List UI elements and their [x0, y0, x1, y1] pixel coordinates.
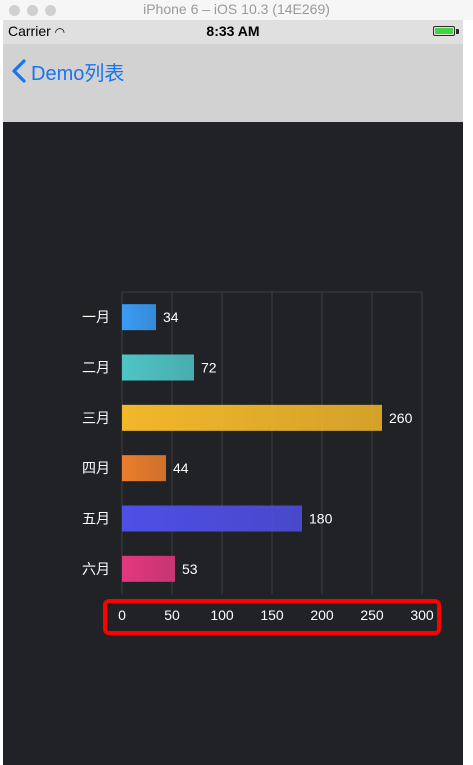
chart-canvas: 0 50 100 150 200 250 300一月 34二月 72三月 260四月 44五月 180… [82, 291, 434, 623]
data-label: 260 [389, 410, 413, 426]
data-label: 72 [201, 360, 217, 376]
bar [122, 455, 166, 482]
data-label: 44 [173, 460, 189, 476]
bar [122, 555, 175, 582]
status-bar: Carrier ◠ 8:33 AM [3, 20, 463, 44]
category-label: 六月 [82, 562, 110, 578]
phone-screen: Carrier ◠ 8:33 AM Demo列表 0 50 100 150 200 250… [3, 20, 463, 765]
simulator-title-bar: iPhone 6 – iOS 10.3 (14E269) [0, 0, 473, 20]
category-label: 三月 [82, 411, 110, 427]
battery-tip [456, 29, 459, 34]
data-label: 53 [182, 561, 198, 577]
category-label: 一月 [82, 310, 110, 326]
back-button[interactable]: Demo列表 [9, 56, 124, 86]
data-label: 180 [309, 511, 333, 527]
bar [122, 505, 302, 532]
x-axis-highlight-box [103, 599, 441, 635]
chevron-left-icon [12, 59, 26, 83]
navigation-bar: Demo列表 [3, 44, 463, 122]
bar [122, 354, 194, 381]
bar [122, 304, 156, 331]
category-label: 二月 [82, 361, 110, 377]
bar-chart: 0 50 100 150 200 250 300 一月 34 二月 72 三月 260 四月 44 五月 180… [3, 122, 463, 765]
category-label: 四月 [82, 461, 110, 477]
status-time: 8:33 AM [206, 23, 260, 39]
window-title: iPhone 6 – iOS 10.3 (14E269) [143, 1, 330, 17]
category-label: 五月 [82, 512, 110, 528]
data-label: 34 [163, 309, 179, 325]
battery-icon [433, 26, 455, 36]
back-button-label: Demo列表 [31, 62, 125, 85]
bar [122, 404, 382, 431]
